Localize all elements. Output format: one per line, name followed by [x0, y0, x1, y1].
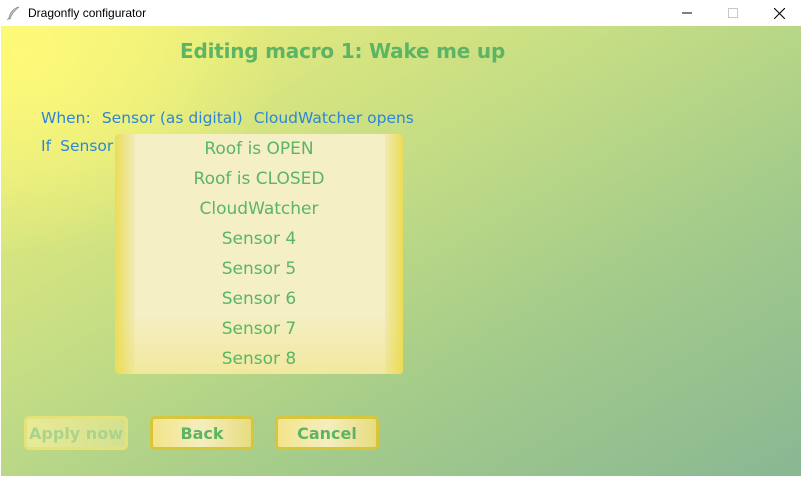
- sensor-option-roof-closed[interactable]: Roof is CLOSED: [115, 164, 403, 194]
- if-row: If Sensor: [41, 136, 117, 155]
- sensor-option-cloudwatcher[interactable]: CloudWatcher: [115, 194, 403, 224]
- page-title: Editing macro 1: Wake me up: [180, 39, 506, 63]
- sensor-option-roof-open[interactable]: Roof is OPEN: [115, 134, 403, 164]
- sensor-option-sensor-7[interactable]: Sensor 7: [115, 314, 403, 344]
- minimize-icon: [682, 12, 692, 14]
- when-label: When:: [41, 109, 91, 127]
- window-controls: [664, 0, 802, 26]
- trigger-type-selector[interactable]: Sensor (as digital): [102, 109, 243, 127]
- sensor-option-sensor-4[interactable]: Sensor 4: [115, 224, 403, 254]
- window-title: Dragonfly configurator: [28, 6, 147, 20]
- cancel-button[interactable]: Cancel: [275, 416, 379, 450]
- sensor-option-sensor-8[interactable]: Sensor 8: [115, 344, 403, 374]
- if-label: If: [41, 137, 52, 155]
- sensor-option-sensor-6[interactable]: Sensor 6: [115, 284, 403, 314]
- when-row: When: Sensor (as digital) CloudWatcher o…: [41, 108, 420, 127]
- sensor-dropdown-list[interactable]: Roof is OPEN Roof is CLOSED CloudWatcher…: [115, 134, 403, 374]
- condition-type-selector[interactable]: Sensor: [60, 137, 113, 155]
- apply-now-button[interactable]: Apply now: [24, 416, 128, 450]
- maximize-icon: [728, 8, 738, 18]
- close-button[interactable]: [756, 0, 802, 26]
- feather-icon: [7, 6, 20, 21]
- close-icon: [773, 7, 785, 19]
- macro-editor-panel: Editing macro 1: Wake me up When: Sensor…: [1, 26, 801, 476]
- minimize-button[interactable]: [664, 0, 710, 26]
- title-bar: Dragonfly configurator: [0, 0, 802, 26]
- trigger-subject-selector[interactable]: CloudWatcher opens: [254, 109, 414, 127]
- sensor-option-sensor-5[interactable]: Sensor 5: [115, 254, 403, 284]
- back-button[interactable]: Back: [150, 416, 254, 450]
- maximize-button[interactable]: [710, 0, 756, 26]
